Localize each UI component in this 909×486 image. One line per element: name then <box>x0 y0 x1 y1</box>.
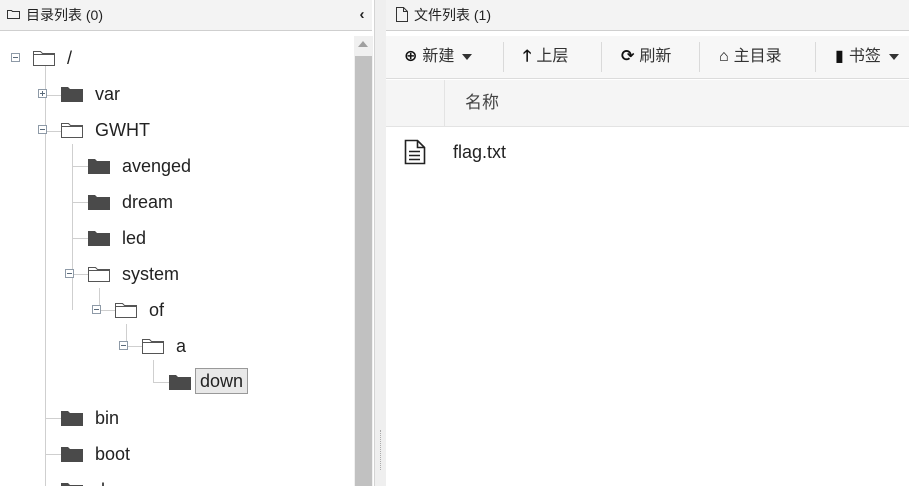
plus-circle-icon: ⊕ <box>404 48 418 65</box>
collapse-panel-button[interactable]: ‹ <box>352 0 372 30</box>
folder-icon <box>61 483 83 486</box>
tree-node-root[interactable]: / <box>0 46 340 70</box>
home-icon: ⌂ <box>719 48 729 65</box>
folder-open-icon <box>142 339 164 354</box>
toolbar: ⊕ 新建 🡑 上层 ⟳ 刷新 ⌂ 主目录 ▮ 书签 <box>386 36 909 79</box>
refresh-button[interactable]: ⟳ 刷新 <box>621 36 671 78</box>
tree-node-label[interactable]: of <box>149 298 164 322</box>
collapse-toggle-icon[interactable] <box>11 53 20 62</box>
folder-open-icon <box>61 123 83 138</box>
up-button[interactable]: 🡑 上层 <box>523 36 568 78</box>
file-panel-header: 文件列表 (1) <box>386 0 909 31</box>
up-button-label: 上层 <box>536 48 569 65</box>
expand-toggle-icon[interactable] <box>38 89 47 98</box>
tree-node-label[interactable]: down <box>195 368 249 394</box>
arrow-up-icon: 🡑 <box>523 48 532 65</box>
bookmark-button[interactable]: ▮ 书签 <box>835 36 899 78</box>
file-panel-title: 文件列表 (1) <box>414 7 491 23</box>
home-button[interactable]: ⌂ 主目录 <box>719 36 782 78</box>
new-button[interactable]: ⊕ 新建 <box>404 36 473 78</box>
tree-node-avenged[interactable]: avenged <box>0 154 340 178</box>
toolbar-separator <box>503 42 504 72</box>
refresh-icon: ⟳ <box>621 48 635 65</box>
refresh-button-label: 刷新 <box>639 48 672 65</box>
tree-node-boot[interactable]: boot <box>0 442 340 466</box>
tree-node-label[interactable]: a <box>176 334 186 358</box>
file-name[interactable]: flag.txt <box>453 134 506 170</box>
tree-scrollbar[interactable] <box>354 36 373 486</box>
file-table-header: 名称 <box>386 80 909 127</box>
caret-down-icon <box>462 53 473 60</box>
tree-node-of[interactable]: of <box>0 298 340 322</box>
tree-node-label[interactable]: d <box>95 478 105 486</box>
new-button-label: 新建 <box>422 48 455 65</box>
folder-open-icon <box>88 267 110 282</box>
tree-node-partial[interactable]: d <box>0 478 340 486</box>
tree-node-label[interactable]: var <box>95 82 120 106</box>
folder-open-icon <box>33 51 55 66</box>
directory-panel: 目录列表 (0) ‹ / var GWHT avenged dream led … <box>0 0 374 486</box>
directory-tree: / var GWHT avenged dream led system of a… <box>0 36 352 486</box>
bookmark-button-label: 书签 <box>848 48 881 65</box>
folder-icon <box>88 195 110 210</box>
scroll-up-arrow-icon[interactable] <box>358 41 368 47</box>
tree-node-label[interactable]: boot <box>95 442 130 466</box>
tree-node-label[interactable]: avenged <box>122 154 191 178</box>
tree-node-label[interactable]: dream <box>122 190 173 214</box>
folder-icon <box>88 159 110 174</box>
text-file-icon <box>404 139 426 165</box>
tree-node-bin[interactable]: bin <box>0 406 340 430</box>
caret-down-icon <box>888 53 899 60</box>
name-column-header[interactable]: 名称 <box>465 80 499 126</box>
file-outline-icon <box>396 7 408 22</box>
folder-icon <box>169 375 191 390</box>
tree-node-label[interactable]: / <box>67 46 72 70</box>
collapse-toggle-icon[interactable] <box>65 269 74 278</box>
toolbar-separator <box>815 42 816 72</box>
tree-node-label[interactable]: GWHT <box>95 118 150 142</box>
folder-icon <box>61 87 83 102</box>
tree-node-a[interactable]: a <box>0 334 340 358</box>
file-row[interactable]: flag.txt <box>386 134 909 170</box>
tree-node-label[interactable]: system <box>122 262 179 286</box>
folder-icon <box>88 231 110 246</box>
directory-panel-title: 目录列表 (0) <box>26 7 103 23</box>
tree-node-label[interactable]: led <box>122 226 146 250</box>
scrollbar-thumb[interactable] <box>355 56 372 486</box>
select-column-header[interactable] <box>386 80 445 126</box>
tree-node-label[interactable]: bin <box>95 406 119 430</box>
directory-panel-header: 目录列表 (0) ‹ <box>0 0 372 31</box>
tree-node-system[interactable]: system <box>0 262 340 286</box>
home-button-label: 主目录 <box>733 48 782 65</box>
collapse-toggle-icon[interactable] <box>38 125 47 134</box>
file-panel: 文件列表 (1) ⊕ 新建 🡑 上层 ⟳ 刷新 ⌂ 主目录 ▮ 书签 名称 fl… <box>386 0 909 486</box>
collapse-toggle-icon[interactable] <box>92 305 101 314</box>
tree-node-dream[interactable]: dream <box>0 190 340 214</box>
toolbar-separator <box>699 42 700 72</box>
folder-open-icon <box>115 303 137 318</box>
tree-node-gwht[interactable]: GWHT <box>0 118 340 142</box>
folder-icon <box>61 411 83 426</box>
collapse-toggle-icon[interactable] <box>119 341 128 350</box>
splitter-grip[interactable] <box>380 430 381 470</box>
tree-node-down-selected[interactable]: down <box>0 368 340 394</box>
tree-node-led[interactable]: led <box>0 226 340 250</box>
tree-node-var[interactable]: var <box>0 82 340 106</box>
folder-outline-icon <box>7 10 20 19</box>
bookmark-icon: ▮ <box>835 48 844 65</box>
folder-icon <box>61 447 83 462</box>
toolbar-separator <box>601 42 602 72</box>
